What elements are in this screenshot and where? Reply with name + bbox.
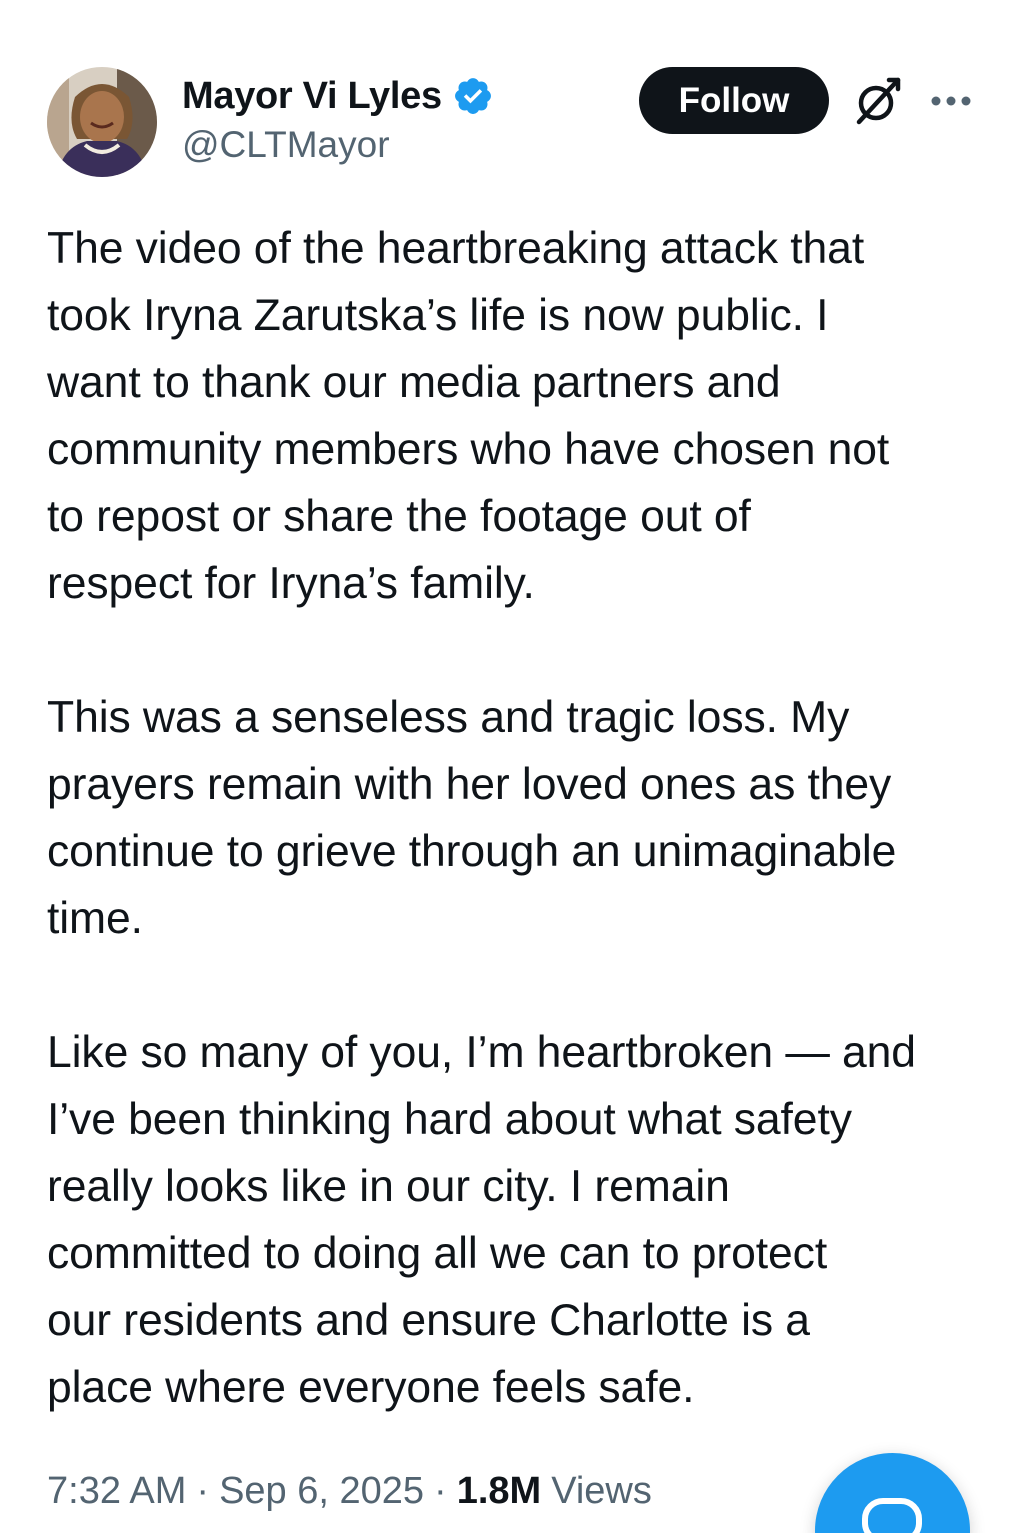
tweet-line: committed to doing all we can to protect xyxy=(47,1229,828,1278)
tweet-line: community members who have chosen not xyxy=(47,425,890,474)
compose-icon xyxy=(862,1498,922,1533)
more-dots-icon[interactable] xyxy=(928,86,974,116)
tweet-paragraph: Like so many of you, I’m heartbroken — a… xyxy=(47,1019,987,1421)
meta-separator: · xyxy=(196,1470,210,1512)
verified-badge-icon[interactable] xyxy=(452,75,494,117)
tweet-line: want to thank our media partners and xyxy=(47,358,781,407)
display-name[interactable]: Mayor Vi Lyles xyxy=(182,75,442,118)
tweet-paragraph: This was a senseless and tragic loss. My… xyxy=(47,684,987,952)
tweet-line: I’ve been thinking hard about what safet… xyxy=(47,1095,852,1144)
tweet-line: prayers remain with her loved ones as th… xyxy=(47,760,892,809)
tweet-line: continue to grieve through an unimaginab… xyxy=(47,827,897,876)
tweet-line: to repost or share the footage out of xyxy=(47,492,751,541)
author-handle[interactable]: @CLTMayor xyxy=(182,124,390,166)
tweet-text: The video of the heartbreaking attack th… xyxy=(47,215,987,1421)
views-count[interactable]: 1.8M xyxy=(457,1470,541,1513)
compose-button[interactable] xyxy=(815,1453,970,1533)
tweet-line: place where everyone feels safe. xyxy=(47,1363,695,1412)
tweet-line: really looks like in our city. I remain xyxy=(47,1162,730,1211)
tweet-date[interactable]: Sep 6, 2025 xyxy=(219,1470,424,1513)
tweet-page: Mayor Vi Lyles @CLTMayor Follow The vide… xyxy=(0,0,1024,1533)
tweet-meta: 7:32 AM · Sep 6, 2025 · 1.8M Views xyxy=(47,1470,652,1513)
follow-button[interactable]: Follow xyxy=(639,67,829,134)
views-label[interactable]: Views xyxy=(551,1470,652,1513)
tweet-paragraph: The video of the heartbreaking attack th… xyxy=(47,215,987,617)
grok-icon[interactable] xyxy=(851,74,905,128)
tweet-line: our residents and ensure Charlotte is a xyxy=(47,1296,810,1345)
author-name-row: Mayor Vi Lyles xyxy=(182,68,494,124)
tweet-line: Like so many of you, I’m heartbroken — a… xyxy=(47,1028,916,1077)
tweet-line: The video of the heartbreaking attack th… xyxy=(47,224,865,273)
meta-separator: · xyxy=(434,1470,447,1512)
avatar[interactable] xyxy=(47,67,157,177)
tweet-line: took Iryna Zarutska’s life is now public… xyxy=(47,291,829,340)
tweet-line: respect for Iryna’s family. xyxy=(47,559,535,608)
tweet-line: time. xyxy=(47,894,143,943)
profile-photo xyxy=(47,67,157,177)
tweet-time[interactable]: 7:32 AM xyxy=(47,1470,186,1513)
tweet-line: This was a senseless and tragic loss. My xyxy=(47,693,850,742)
